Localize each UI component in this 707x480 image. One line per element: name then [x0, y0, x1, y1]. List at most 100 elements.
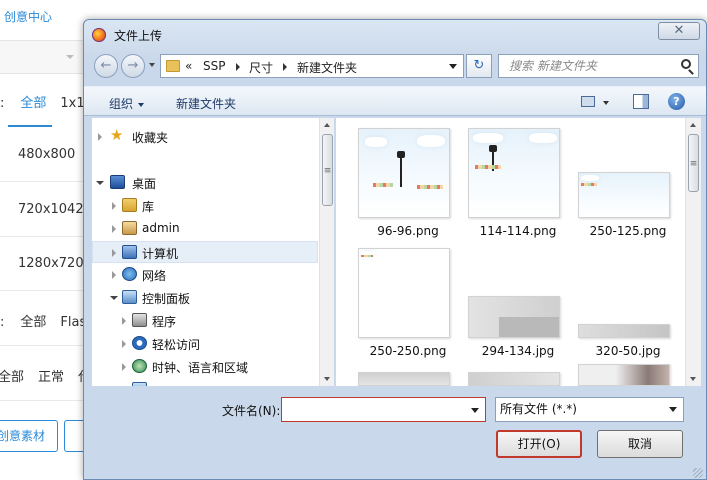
back-arrow-icon: ←	[100, 58, 112, 73]
expand-arrow-icon[interactable]	[98, 133, 102, 141]
creative-material-button[interactable]: 创意素材	[0, 420, 58, 452]
file-name: 320-50.jpg	[595, 344, 661, 358]
divider	[0, 345, 84, 346]
breadcrumb-size[interactable]: 尺寸	[249, 59, 273, 76]
change-view-icon[interactable]	[581, 96, 595, 107]
resize-grip-icon[interactable]	[693, 468, 703, 478]
expand-arrow-icon[interactable]	[122, 340, 126, 348]
tree-item-ease-of-access[interactable]: 轻松访问	[92, 333, 318, 355]
tree-item-control-panel[interactable]: 控制面板	[92, 287, 318, 309]
file-name: 114-114.png	[479, 224, 557, 238]
help-icon[interactable]: ?	[668, 93, 685, 110]
dialog-titlebar[interactable]: 文件上传 ✕	[84, 20, 706, 50]
expand-arrow-icon[interactable]	[112, 225, 116, 233]
settings-icon	[132, 382, 147, 386]
back-button[interactable]: ←	[94, 54, 118, 78]
size-1280x720[interactable]: 1280x720	[18, 256, 84, 271]
file-name: 96-96.png	[377, 224, 439, 238]
close-button[interactable]: ✕	[658, 22, 700, 40]
file-item-96-96[interactable]: 96-96.png	[358, 128, 458, 238]
expand-arrow-icon[interactable]	[112, 249, 116, 257]
file-thumbnail	[468, 128, 560, 218]
divider	[0, 181, 84, 182]
scroll-up-icon[interactable]	[690, 123, 696, 127]
search-input[interactable]: 搜索 新建文件夹	[498, 54, 699, 78]
forward-button[interactable]: →	[121, 54, 145, 78]
tree-item-partial[interactable]	[92, 379, 318, 386]
background-select[interactable]	[0, 40, 84, 74]
file-name: 294-134.jpg	[481, 344, 555, 358]
recent-locations-dropdown[interactable]	[149, 63, 155, 67]
scrollbar-thumb[interactable]: ≡	[688, 134, 699, 192]
chevron-down-icon[interactable]	[449, 64, 457, 69]
collapse-arrow-icon[interactable]	[110, 296, 118, 300]
filter-all[interactable]: 全部	[20, 96, 46, 111]
desktop-icon	[110, 175, 125, 189]
breadcrumb-new-folder[interactable]: 新建文件夹	[297, 59, 357, 76]
breadcrumb-separator-icon[interactable]	[236, 63, 240, 71]
control-panel-icon	[122, 290, 137, 304]
dialog-title: 文件上传	[114, 29, 163, 43]
tree-item-libraries[interactable]: 库	[92, 195, 318, 217]
file-thumbnail	[578, 324, 670, 338]
breadcrumb-ssp[interactable]: SSP	[203, 59, 225, 73]
file-upload-dialog: 文件上传 ✕ ← → « SSP 尺寸 新建文件夹 ↻ 搜索 新建文件夹 组织 …	[83, 19, 707, 480]
cancel-button[interactable]: 取消	[597, 430, 683, 458]
file-thumbnail	[358, 248, 450, 338]
programs-icon	[132, 313, 147, 327]
new-folder-button[interactable]: 新建文件夹	[176, 95, 236, 112]
scroll-down-icon[interactable]	[324, 377, 330, 381]
expand-arrow-icon[interactable]	[112, 271, 116, 279]
tree-item-clock-region[interactable]: 时钟、语言和区域	[92, 356, 318, 378]
view-options-dropdown[interactable]	[603, 101, 609, 105]
file-thumbnail-partial[interactable]	[468, 372, 560, 386]
tree-item-favorites[interactable]: ★ 收藏夹	[92, 126, 318, 148]
filter-all[interactable]: 全部	[0, 370, 24, 385]
file-thumbnail	[578, 172, 670, 218]
tree-item-programs[interactable]: 程序	[92, 310, 318, 332]
file-thumbnail-partial[interactable]	[358, 372, 450, 386]
tree-item-desktop[interactable]: 桌面	[92, 172, 318, 194]
file-item-250-250[interactable]: 250-250.png	[358, 248, 458, 358]
filename-input[interactable]	[281, 397, 486, 422]
tree-item-network[interactable]: 网络	[92, 264, 318, 286]
size-480x800[interactable]: 480x800	[18, 147, 75, 162]
refresh-button[interactable]: ↻	[466, 54, 492, 78]
breadcrumb-overflow[interactable]: «	[185, 59, 192, 73]
filter-all[interactable]: 全部	[20, 315, 46, 330]
star-icon: ★	[110, 126, 124, 144]
filter-1x1[interactable]: 1x1	[60, 96, 84, 111]
file-item-114-114[interactable]: 114-114.png	[468, 128, 568, 238]
tree-item-admin[interactable]: admin	[92, 218, 318, 240]
scroll-down-icon[interactable]	[690, 377, 696, 381]
scroll-up-icon[interactable]	[324, 123, 330, 127]
page-title[interactable]: 创意中心	[4, 8, 52, 25]
open-button[interactable]: 打开(O)	[496, 430, 582, 458]
file-item-250-125[interactable]: 250-125.png	[578, 128, 678, 238]
file-thumbnail-partial[interactable]	[578, 364, 670, 386]
file-item-294-134[interactable]: 294-134.jpg	[468, 248, 568, 358]
dialog-footer: 文件名(N): 所有文件 (*.*) 打开(O) 取消	[84, 390, 706, 479]
expand-arrow-icon[interactable]	[112, 202, 116, 210]
file-item-320-50[interactable]: 320-50.jpg	[578, 248, 678, 358]
divider	[0, 236, 84, 237]
tree-scrollbar[interactable]: ≡	[319, 118, 334, 386]
preview-pane-icon[interactable]	[633, 94, 649, 109]
search-icon[interactable]	[681, 59, 691, 69]
filter-normal[interactable]: 正常	[38, 370, 64, 385]
scrollbar-thumb[interactable]: ≡	[322, 134, 333, 206]
size-720x1042[interactable]: 720x1042	[18, 202, 84, 217]
address-bar[interactable]: « SSP 尺寸 新建文件夹	[160, 54, 464, 78]
chevron-down-icon[interactable]	[471, 408, 479, 413]
search-placeholder: 搜索 新建文件夹	[509, 59, 597, 73]
collapse-arrow-icon[interactable]	[96, 181, 104, 185]
expand-arrow-icon[interactable]	[122, 317, 126, 325]
clock-region-icon	[132, 359, 147, 373]
filetype-select[interactable]: 所有文件 (*.*)	[495, 397, 684, 422]
organize-menu[interactable]: 组织	[109, 95, 145, 112]
tree-item-computer[interactable]: 计算机	[92, 241, 318, 263]
expand-arrow-icon[interactable]	[122, 363, 126, 371]
files-scrollbar[interactable]: ≡	[685, 118, 701, 386]
breadcrumb-separator-icon[interactable]	[283, 63, 287, 71]
filter-row-size: : 全部 1x1	[0, 96, 85, 111]
